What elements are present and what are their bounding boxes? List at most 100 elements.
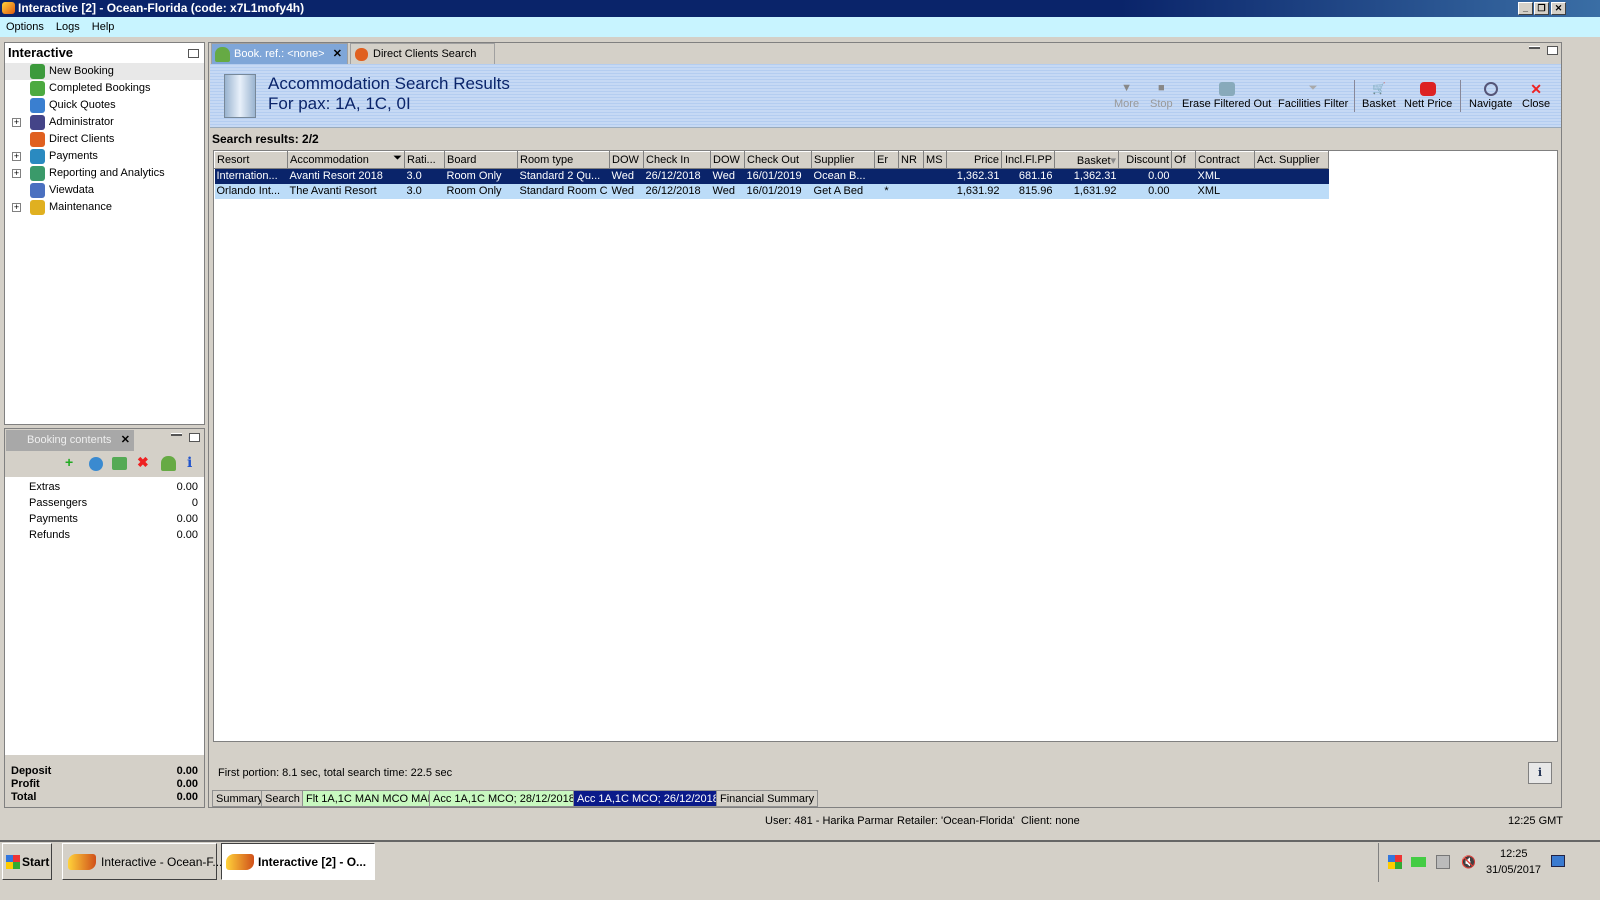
nav-item-viewdata[interactable]: Viewdata	[5, 182, 204, 199]
close-window-button[interactable]: ✕	[1551, 2, 1566, 15]
cell: Ocean B...	[811, 168, 875, 184]
collapse-icon[interactable]	[188, 49, 199, 58]
nett-price-button[interactable]: Nett Price	[1404, 82, 1452, 110]
column-header[interactable]: Supplier	[811, 151, 876, 169]
nav-item-label: Administrator	[49, 116, 114, 128]
column-header[interactable]: NR	[898, 151, 925, 169]
maximize-icon[interactable]	[189, 433, 200, 442]
column-header[interactable]: Of	[1171, 151, 1197, 169]
booking-row-value: 0.00	[176, 513, 198, 525]
column-header[interactable]: Check In	[643, 151, 712, 169]
table-row[interactable]: Orlando Int... The Avanti Resort 3.0 Room O…	[214, 183, 1329, 199]
label: Nett Price	[1404, 98, 1453, 110]
nav-item-administrator[interactable]: + Administrator	[5, 114, 204, 131]
search-timing: First portion: 8.1 sec, total search tim…	[218, 767, 453, 779]
booking-row: Payments 0.00	[5, 511, 204, 527]
bottom-tab[interactable]: Acc 1A,1C MCO; 26/12/2018	[573, 790, 723, 807]
taskbar-item-interactive-2[interactable]: Interactive [2] - O...	[221, 843, 375, 880]
column-header[interactable]: Accommodation ⏷	[287, 151, 405, 169]
expand-icon[interactable]: +	[12, 152, 21, 161]
minimize-button[interactable]: _	[1518, 2, 1533, 15]
bottom-tab[interactable]: Summary	[212, 790, 268, 807]
nav-item-direct-clients[interactable]: Direct Clients	[5, 131, 204, 148]
column-header[interactable]: Contract	[1195, 151, 1256, 169]
column-header[interactable]: Room type	[516, 151, 611, 169]
nav-item-reporting-and-analytics[interactable]: + Reporting and Analytics	[5, 165, 204, 182]
facilities-filter-button[interactable]: ⏷ Facilities Filter	[1278, 82, 1348, 110]
flag-icon[interactable]	[1388, 855, 1402, 869]
column-header[interactable]: Rati...	[404, 151, 445, 169]
column-header[interactable]: DOW	[609, 151, 645, 169]
minimize-icon[interactable]	[1529, 46, 1540, 49]
close-icon[interactable]: ✕	[121, 430, 130, 451]
close-button[interactable]: ✕ Close	[1522, 82, 1550, 110]
expand-icon[interactable]: +	[12, 203, 21, 212]
bottom-tab[interactable]: Search	[261, 790, 304, 807]
booking-contents-panel: Booking contents ✕ + ✖ i Extras 0.00 Passen…	[4, 428, 205, 808]
booking-row-value: 0.00	[176, 529, 198, 541]
delete-icon[interactable]: ✖	[137, 454, 149, 471]
quote-icon[interactable]	[89, 457, 103, 471]
basket-icon: 🛒	[1371, 83, 1386, 95]
nav-item-payments[interactable]: + Payments	[5, 148, 204, 165]
column-header[interactable]: Act. Supplier	[1254, 151, 1330, 169]
more-button[interactable]: ▼ More	[1114, 82, 1139, 110]
cell: 681.16	[1001, 168, 1055, 184]
network-icon[interactable]	[1411, 857, 1426, 867]
app-icon	[226, 854, 254, 870]
booking-row-label: Extras	[29, 481, 61, 493]
column-header[interactable]: Basket▾	[1054, 151, 1120, 169]
restore-button[interactable]: ❐	[1534, 2, 1549, 15]
tab-direct-clients-search[interactable]: Direct Clients Search	[350, 43, 495, 64]
cell: 815.96	[1001, 183, 1055, 199]
clock-time: 12:25	[1500, 848, 1528, 860]
basket-button[interactable]: 🛒 Basket	[1362, 82, 1396, 110]
filter-icon[interactable]: ⏷	[393, 153, 402, 166]
nav-item-maintenance[interactable]: + Maintenance	[5, 199, 204, 216]
expand-icon[interactable]: +	[12, 118, 21, 127]
navigate-button[interactable]: Navigate	[1469, 82, 1512, 110]
column-header[interactable]: Incl.Fl.PP	[1001, 151, 1056, 169]
expand-icon[interactable]: +	[12, 169, 21, 178]
stop-button[interactable]: ■ Stop	[1150, 82, 1173, 110]
transfer-icon[interactable]	[112, 457, 127, 470]
tab-booking-contents[interactable]: Booking contents ✕	[6, 430, 134, 451]
maximize-icon[interactable]	[1547, 46, 1558, 55]
divider	[1460, 80, 1461, 112]
column-header[interactable]: DOW	[710, 151, 746, 169]
device-icon[interactable]	[1436, 855, 1450, 869]
bottom-tab[interactable]: Acc 1A,1C MCO; 28/12/2018	[429, 790, 579, 807]
column-header[interactable]: Board	[444, 151, 518, 169]
total-label: Deposit	[11, 765, 52, 777]
nav-item-quick-quotes[interactable]: Quick Quotes	[5, 97, 204, 114]
taskbar-item-interactive-1[interactable]: Interactive - Ocean-F...	[62, 843, 222, 880]
column-header[interactable]: MS	[923, 151, 948, 169]
table-row[interactable]: Internation... Avanti Resort 2018 3.0 Room …	[214, 168, 1329, 184]
nav-item-completed-bookings[interactable]: Completed Bookings	[5, 80, 204, 97]
palm-icon[interactable]	[161, 456, 176, 471]
column-header[interactable]: Er	[874, 151, 900, 169]
add-icon[interactable]: +	[65, 454, 73, 470]
menu-logs[interactable]: Logs	[56, 21, 80, 33]
info-icon[interactable]: i	[187, 455, 192, 471]
tab-booking-ref[interactable]: Book. ref.: <none> ✕	[211, 43, 348, 64]
close-tab-icon[interactable]: ✕	[333, 44, 342, 65]
menu-options[interactable]: Options	[6, 21, 44, 33]
bottom-tab[interactable]: Financial Summary	[716, 790, 819, 807]
column-header[interactable]: Check Out	[744, 151, 813, 169]
cell: Wed	[710, 183, 745, 199]
column-header[interactable]: Discount	[1118, 151, 1173, 169]
nav-panel: Interactive New Booking Completed Booking…	[4, 42, 205, 425]
column-header[interactable]: Resort	[214, 151, 288, 169]
show-desktop-icon[interactable]	[1551, 855, 1565, 867]
menu-help[interactable]: Help	[92, 21, 115, 33]
nav-item-label: Viewdata	[49, 184, 95, 196]
column-header[interactable]: Price	[946, 151, 1003, 169]
start-button[interactable]: Start	[2, 843, 52, 880]
bottom-tab[interactable]: Flt 1A,1C MAN MCO MAN	[302, 790, 440, 807]
erase-filtered-out-button[interactable]: Erase Filtered Out	[1182, 82, 1271, 110]
nav-item-new-booking[interactable]: New Booking	[5, 63, 204, 80]
volume-muted-icon[interactable]: 🔇	[1461, 855, 1476, 869]
minimize-icon[interactable]	[171, 433, 182, 436]
info-button[interactable]: i	[1528, 762, 1552, 784]
